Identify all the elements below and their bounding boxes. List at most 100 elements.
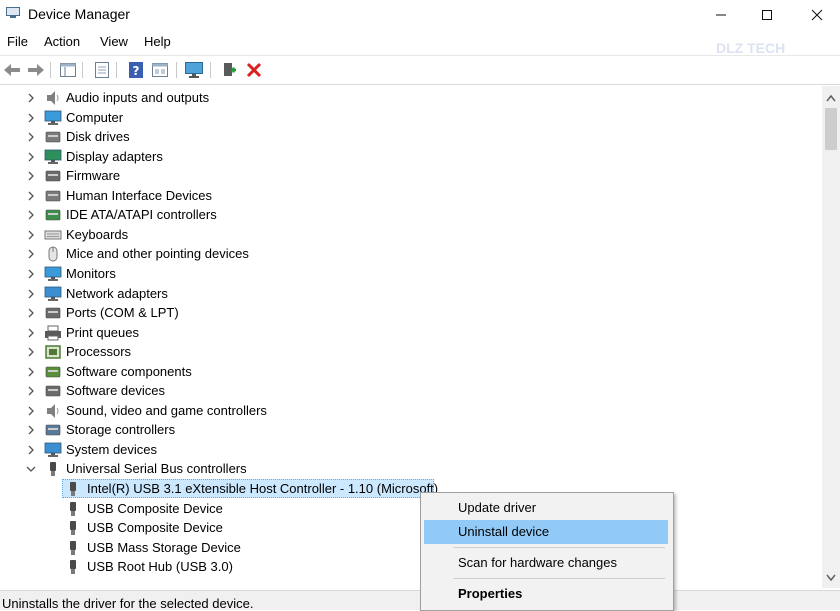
chevron-right-icon[interactable] bbox=[26, 386, 36, 396]
software-device-icon bbox=[45, 385, 61, 397]
tree-category-row[interactable]: Audio inputs and outputs bbox=[0, 88, 820, 108]
system-device-icon bbox=[44, 442, 62, 457]
scan-hardware-button[interactable] bbox=[184, 60, 204, 80]
tree-category-row[interactable]: Ports (COM & LPT) bbox=[0, 303, 820, 323]
chevron-right-icon[interactable] bbox=[26, 367, 36, 377]
help-icon: ? bbox=[129, 62, 143, 78]
add-driver-button[interactable] bbox=[219, 60, 239, 80]
toolbar-separator bbox=[50, 62, 51, 78]
device-tree[interactable]: Audio inputs and outputs Computer Disk dri… bbox=[0, 86, 822, 586]
svg-text:?: ? bbox=[133, 64, 140, 78]
chevron-down-icon[interactable] bbox=[26, 464, 36, 474]
properties-button[interactable] bbox=[92, 60, 112, 80]
tree-device-row[interactable]: USB Mass Storage Device bbox=[0, 538, 820, 558]
scroll-down-icon[interactable] bbox=[826, 574, 836, 582]
tree-category-row[interactable]: Monitors bbox=[0, 264, 820, 284]
uninstall-button[interactable] bbox=[244, 60, 264, 80]
forward-button[interactable] bbox=[26, 60, 46, 80]
chevron-right-icon[interactable] bbox=[26, 152, 36, 162]
close-button[interactable] bbox=[794, 0, 840, 30]
chevron-right-icon[interactable] bbox=[26, 406, 36, 416]
chevron-right-icon[interactable] bbox=[26, 308, 36, 318]
tree-device-row[interactable]: USB Root Hub (USB 3.0) bbox=[0, 557, 820, 577]
tree-category-row[interactable]: System devices bbox=[0, 440, 820, 460]
tree-category-row[interactable]: Human Interface Devices bbox=[0, 186, 820, 206]
firmware-icon bbox=[45, 170, 61, 182]
vertical-scrollbar[interactable] bbox=[822, 86, 840, 588]
tree-category-row[interactable]: Firmware bbox=[0, 166, 820, 186]
usb-device-icon bbox=[70, 482, 76, 496]
tree-category-row[interactable]: Print queues bbox=[0, 323, 820, 343]
ctx-update-driver-label: Update driver bbox=[458, 500, 537, 515]
chevron-right-icon[interactable] bbox=[26, 347, 36, 357]
ctx-scan-hardware[interactable]: Scan for hardware changes bbox=[424, 551, 668, 575]
tree-device-row[interactable]: Intel(R) USB 3.1 eXtensible Host Control… bbox=[0, 479, 820, 499]
menu-file[interactable]: File bbox=[7, 34, 28, 49]
scroll-up-icon[interactable] bbox=[826, 94, 836, 102]
tree-category-label: IDE ATA/ATAPI controllers bbox=[66, 207, 217, 223]
menu-help[interactable]: Help bbox=[144, 34, 171, 49]
tree-category-row[interactable]: Software devices bbox=[0, 381, 820, 401]
tree-category-row[interactable]: Keyboards bbox=[0, 225, 820, 245]
minimize-button[interactable] bbox=[698, 0, 744, 30]
help-button[interactable]: ? bbox=[126, 60, 146, 80]
tree-category-label: Universal Serial Bus controllers bbox=[66, 461, 247, 477]
console-tree-button[interactable] bbox=[58, 60, 78, 80]
tree-category-label: Monitors bbox=[66, 265, 116, 281]
back-button[interactable] bbox=[2, 60, 22, 80]
chevron-right-icon[interactable] bbox=[26, 171, 36, 181]
menu-view[interactable]: View bbox=[100, 34, 128, 49]
tree-device-label: USB Composite Device bbox=[87, 500, 223, 516]
chevron-right-icon[interactable] bbox=[26, 425, 36, 435]
chevron-right-icon[interactable] bbox=[26, 113, 36, 123]
tree-category-row[interactable]: Computer bbox=[0, 108, 820, 128]
tree-category-label: Keyboards bbox=[66, 226, 129, 242]
tree-device-row[interactable]: USB Composite Device bbox=[0, 518, 820, 538]
monitor-icon bbox=[44, 266, 62, 281]
usb-device-icon bbox=[70, 501, 76, 516]
ctx-uninstall-device-label: Uninstall device bbox=[458, 524, 550, 539]
printer-icon bbox=[45, 325, 61, 341]
chevron-right-icon[interactable] bbox=[26, 289, 36, 299]
monitor-scan-icon bbox=[185, 62, 203, 78]
tree-category-row[interactable]: Processors bbox=[0, 342, 820, 362]
tree-category-row[interactable]: Universal Serial Bus controllers bbox=[0, 459, 820, 479]
chevron-right-icon[interactable] bbox=[26, 210, 36, 220]
properties-icon bbox=[95, 62, 109, 78]
tree-category-label: Disk drives bbox=[66, 129, 130, 145]
tree-device-label: USB Root Hub (USB 3.0) bbox=[87, 559, 233, 575]
window-title: Device Manager bbox=[28, 6, 130, 22]
menu-action[interactable]: Action bbox=[44, 34, 80, 49]
chevron-right-icon[interactable] bbox=[26, 445, 36, 455]
disk-drive-icon bbox=[45, 131, 61, 143]
tree-category-row[interactable]: Software components bbox=[0, 362, 820, 382]
console-tree-icon bbox=[60, 63, 76, 77]
tree-category-label: Print queues bbox=[66, 324, 139, 340]
tree-category-row[interactable]: Sound, video and game controllers bbox=[0, 401, 820, 421]
maximize-button[interactable] bbox=[744, 0, 790, 30]
scrollbar-thumb[interactable] bbox=[825, 108, 837, 150]
chevron-right-icon[interactable] bbox=[26, 230, 36, 240]
uninstall-x-icon bbox=[246, 62, 262, 78]
tree-category-row[interactable]: Disk drives bbox=[0, 127, 820, 147]
tree-category-row[interactable]: Mice and other pointing devices bbox=[0, 244, 820, 264]
maximize-icon bbox=[762, 10, 772, 20]
chevron-right-icon[interactable] bbox=[26, 249, 36, 259]
tree-category-row[interactable]: IDE ATA/ATAPI controllers bbox=[0, 205, 820, 225]
chevron-right-icon[interactable] bbox=[26, 132, 36, 142]
tree-device-row[interactable]: USB Composite Device bbox=[0, 499, 820, 519]
chevron-right-icon[interactable] bbox=[26, 328, 36, 338]
tree-category-row[interactable]: Display adapters bbox=[0, 147, 820, 167]
view-button[interactable] bbox=[150, 60, 170, 80]
tree-device-label: USB Mass Storage Device bbox=[87, 539, 241, 555]
ctx-properties[interactable]: Properties bbox=[424, 582, 668, 606]
tree-category-row[interactable]: Storage controllers bbox=[0, 420, 820, 440]
usb-device-icon bbox=[70, 560, 76, 575]
chevron-right-icon[interactable] bbox=[26, 93, 36, 103]
ctx-update-driver[interactable]: Update driver bbox=[424, 496, 668, 520]
tree-category-label: Network adapters bbox=[66, 285, 168, 301]
chevron-right-icon[interactable] bbox=[26, 191, 36, 201]
tree-category-row[interactable]: Network adapters bbox=[0, 284, 820, 304]
ctx-uninstall-device[interactable]: Uninstall device bbox=[424, 520, 668, 544]
chevron-right-icon[interactable] bbox=[26, 269, 36, 279]
